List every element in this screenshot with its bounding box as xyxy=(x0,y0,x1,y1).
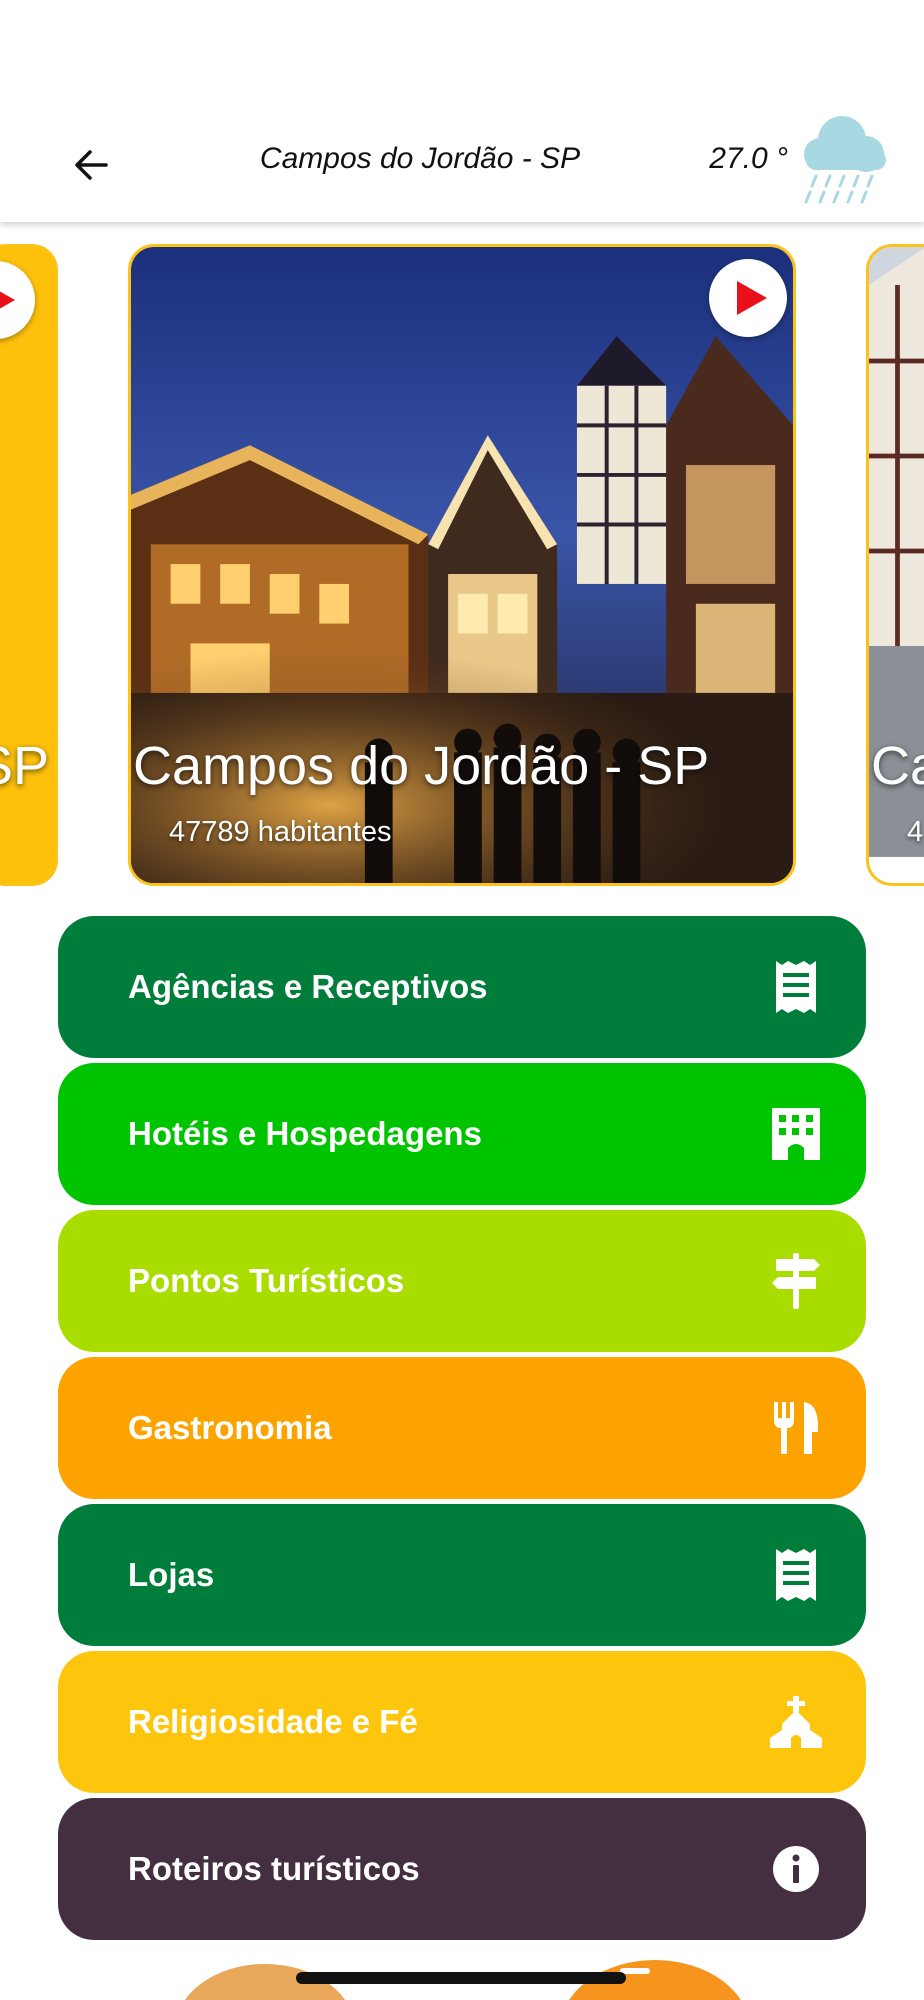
menu-item-label: Hotéis e Hospedagens xyxy=(128,1115,482,1152)
menu-item-agencias[interactable]: Agências e Receptivos xyxy=(58,916,866,1058)
city-carousel[interactable]: SP xyxy=(0,244,924,894)
menu-item-label: Gastronomia xyxy=(128,1409,332,1446)
menu-item-religiosidade[interactable]: Religiosidade e Fé xyxy=(58,1651,866,1793)
menu-item-lojas[interactable]: Lojas xyxy=(58,1504,866,1646)
rain-cloud-icon xyxy=(804,116,886,204)
home-indicator[interactable] xyxy=(296,1972,626,1984)
top-app-bar: Campos do Jordão - SP 27.0 ° xyxy=(0,0,924,222)
play-video-button[interactable] xyxy=(0,261,35,339)
carousel-card-main[interactable]: Campos do Jordão - SP 47789 habitantes xyxy=(128,244,796,886)
menu-item-label: Roteiros turísticos xyxy=(128,1850,420,1887)
play-icon xyxy=(0,291,15,309)
carousel-card-next[interactable]: Ca 4 xyxy=(866,244,924,886)
church-icon xyxy=(770,1696,822,1748)
card-title: SP xyxy=(0,736,50,796)
building-icon xyxy=(772,1108,820,1160)
menu-item-pontos[interactable]: Pontos Turísticos xyxy=(58,1210,866,1352)
carousel-card-prev[interactable]: SP xyxy=(0,244,58,886)
menu-item-label: Religiosidade e Fé xyxy=(128,1703,418,1740)
play-icon xyxy=(737,281,767,315)
back-arrow-icon[interactable] xyxy=(66,140,116,190)
menu-item-roteiros[interactable]: Roteiros turísticos xyxy=(58,1798,866,1940)
menu-item-hoteis[interactable]: Hotéis e Hospedagens xyxy=(58,1063,866,1205)
receipt-icon xyxy=(776,961,816,1013)
card-population: 47789 habitantes xyxy=(169,816,392,848)
card-title: Campos do Jordão - SP xyxy=(133,736,710,796)
page-title: Campos do Jordão - SP xyxy=(259,142,581,175)
signpost-icon xyxy=(772,1253,820,1309)
menu-item-label: Pontos Turísticos xyxy=(128,1262,405,1299)
category-menu: Agências e Receptivos Hotéis e Hospedage… xyxy=(58,916,866,1945)
info-icon xyxy=(773,1846,819,1892)
card-population: 4 xyxy=(907,816,924,848)
receipt-icon xyxy=(776,1549,816,1601)
menu-item-label: Agências e Receptivos xyxy=(128,968,488,1005)
menu-item-label: Lojas xyxy=(128,1556,215,1593)
card-title: Ca xyxy=(871,736,924,796)
temperature-label: 27.0 ° xyxy=(709,142,788,175)
play-video-button[interactable] xyxy=(709,259,787,337)
restaurant-icon xyxy=(774,1402,818,1454)
menu-item-gastronomia[interactable]: Gastronomia xyxy=(58,1357,866,1499)
